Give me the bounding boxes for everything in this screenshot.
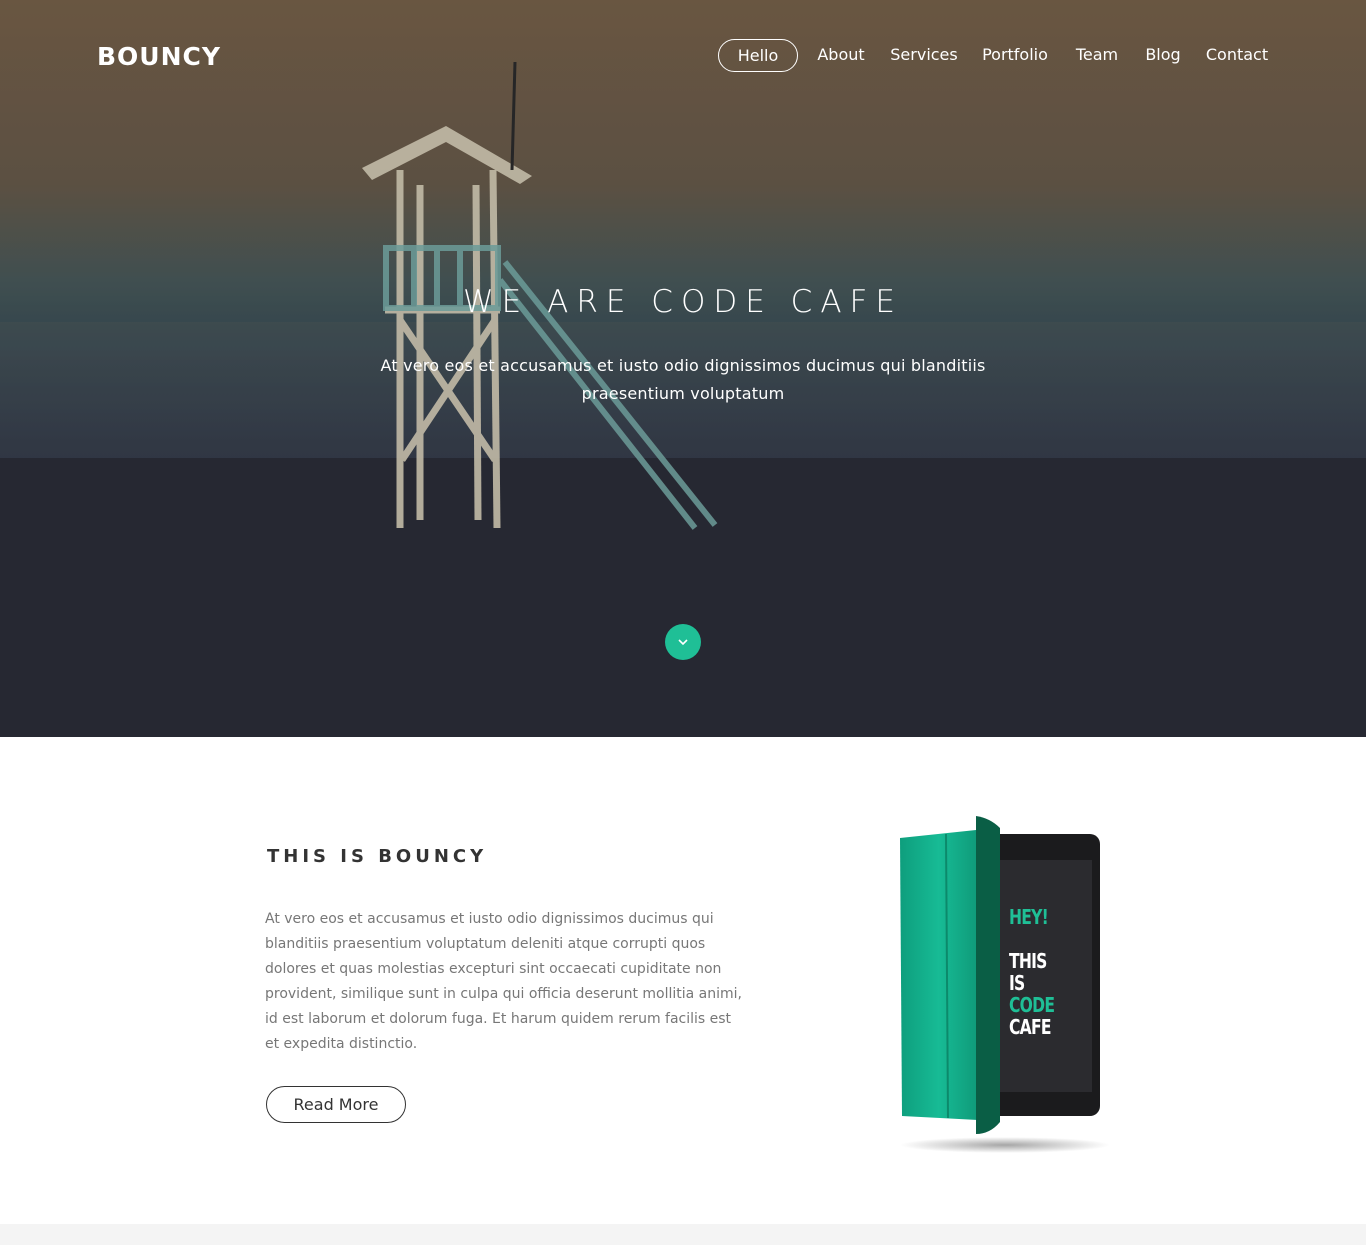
chevron-down-icon	[678, 639, 688, 646]
scroll-down-button[interactable]	[665, 624, 701, 660]
screen-line-code: CODE	[1009, 993, 1055, 1017]
screen-line-this: THIS	[1009, 949, 1047, 973]
about-text: At vero eos et accusamus et iusto odio d…	[265, 911, 742, 1052]
screen-line-cafe: CAFE	[1009, 1015, 1051, 1039]
nav-item-services[interactable]: Services	[888, 39, 960, 72]
tablet-screen-text: HEY! THIS IS CODE CAFE	[1009, 905, 1055, 1039]
nav-item-hello[interactable]: Hello	[718, 39, 798, 72]
read-more-button[interactable]: Read More	[266, 1086, 406, 1123]
tablet-image	[900, 816, 1110, 1153]
hero-subtitle: At vero eos et accusamus et iusto odio d…	[380, 356, 986, 403]
main-nav: Hello About Services Portfolio Team Blog…	[0, 39, 1366, 72]
nav-item-contact[interactable]: Contact	[1204, 39, 1270, 72]
nav-item-blog[interactable]: Blog	[1142, 39, 1184, 72]
nav-item-about[interactable]: About	[812, 39, 870, 72]
hero-section: BOUNCY Hello About Services Portfolio Te…	[0, 0, 1366, 737]
next-section-band	[0, 1224, 1366, 1245]
screen-line-is: IS	[1009, 971, 1025, 995]
nav-item-portfolio[interactable]: Portfolio	[978, 39, 1052, 72]
nav-item-team[interactable]: Team	[1070, 39, 1124, 72]
hero-title: WE ARE CODE CAFE	[463, 284, 903, 320]
about-title: THIS IS BOUNCY	[267, 846, 488, 867]
screen-line-hey: HEY!	[1009, 905, 1049, 929]
